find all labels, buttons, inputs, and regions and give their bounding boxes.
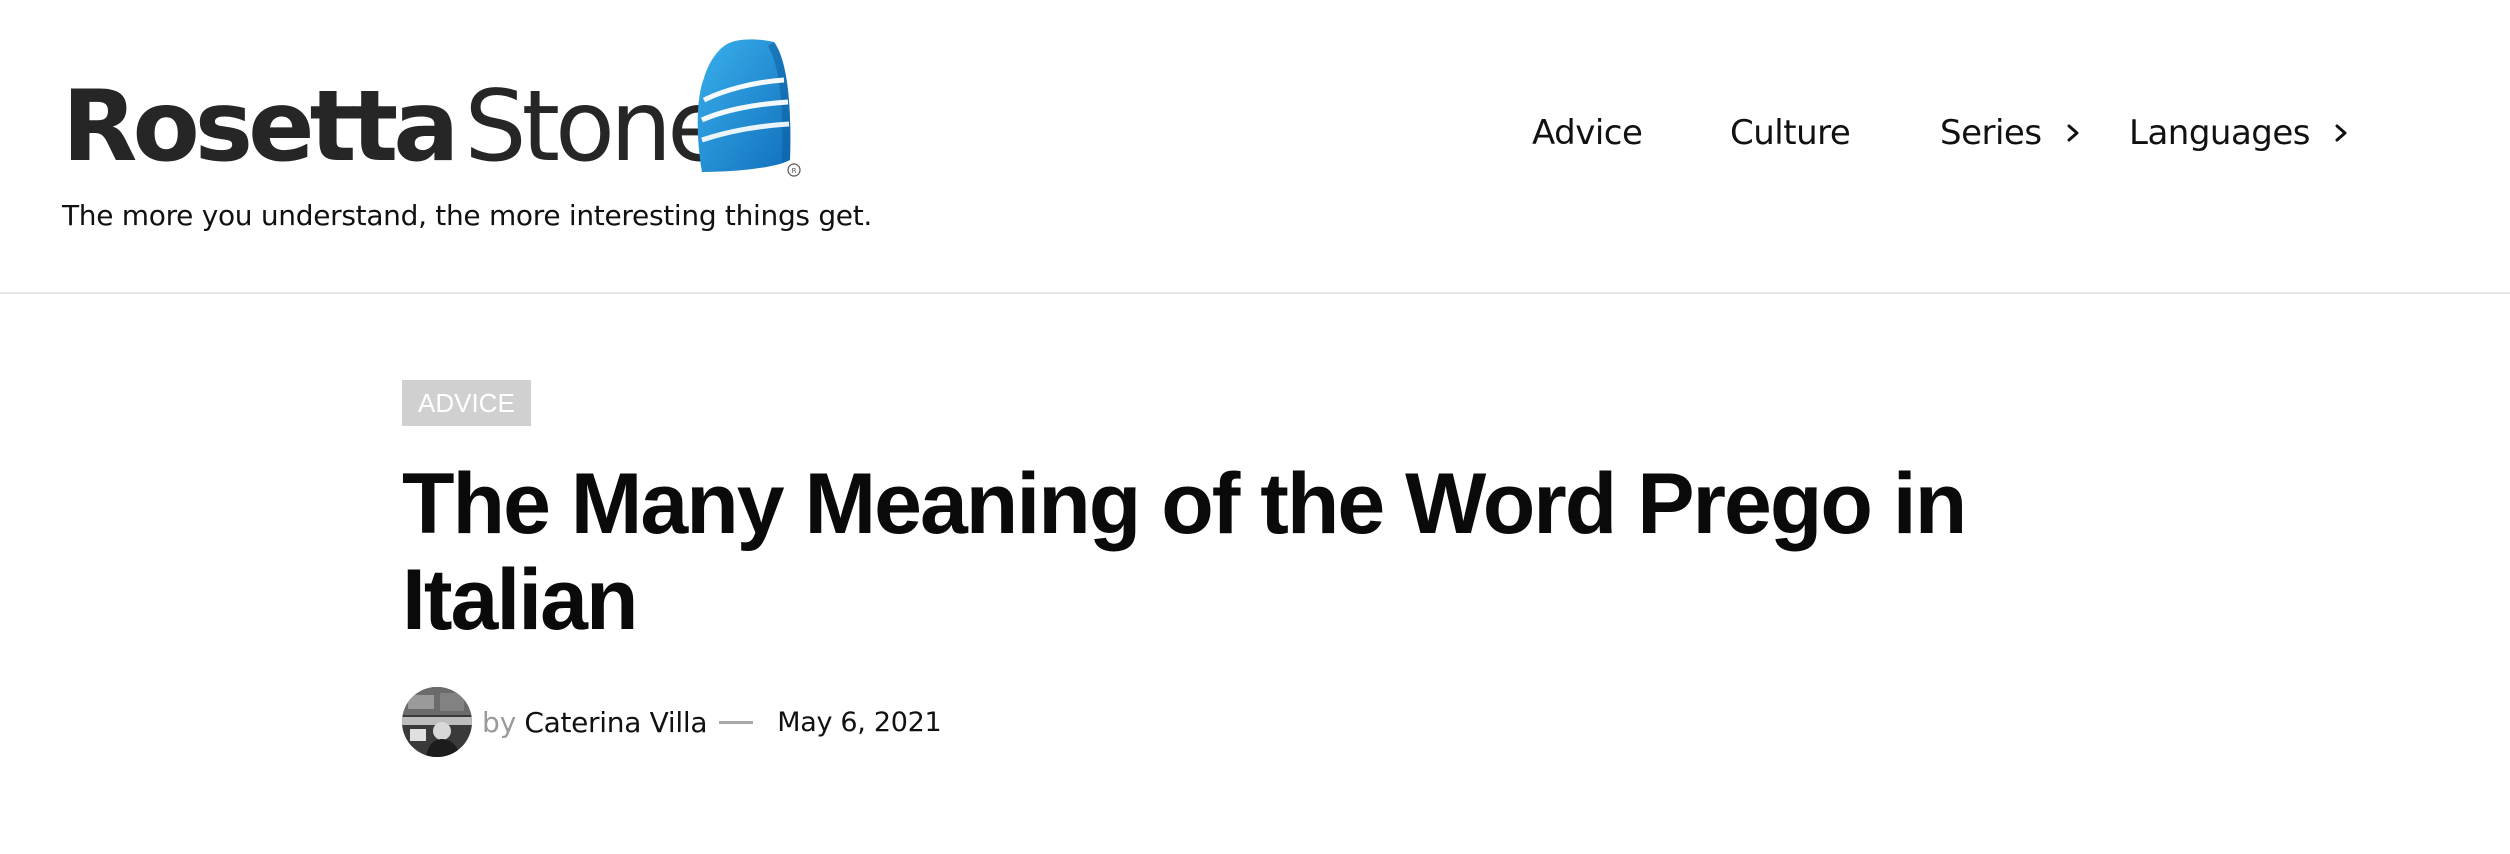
brand-name-bold: Rosetta (62, 70, 459, 184)
nav-item-label: Culture (1730, 113, 1851, 153)
svg-text:R: R (792, 167, 797, 175)
article-title: The Many Meaning of the Word Prego in It… (402, 456, 1967, 648)
nav-item-culture[interactable]: Culture (1730, 108, 1851, 158)
site-header: Rosetta Stone R The more you understand, … (0, 0, 2510, 294)
nav-item-label: Series (1940, 113, 2042, 153)
rosetta-stone-logo-icon: R (697, 39, 801, 177)
author-link[interactable]: Caterina Villa (524, 706, 707, 739)
nav-item-label: Languages (2129, 113, 2311, 153)
article-meta: by Caterina Villa May 6, 2021 (402, 686, 942, 758)
nav-item-series[interactable]: Series (1940, 108, 2084, 158)
brand-wordmark: Rosetta Stone (62, 70, 727, 184)
meta-separator (719, 720, 754, 724)
author-prefix: by (482, 705, 517, 739)
chevron-right-icon (2335, 124, 2347, 142)
category-badge[interactable]: ADVICE (402, 380, 531, 426)
chevron-right-icon (2067, 124, 2079, 142)
brand-tagline: The more you understand, the more intere… (62, 199, 872, 232)
nav-item-label: Advice (1532, 113, 1643, 153)
publish-date: May 6, 2021 (777, 706, 942, 738)
nav-item-advice[interactable]: Advice (1532, 108, 1643, 158)
author-photo-image (402, 687, 472, 757)
brand-name-light: Stone (464, 70, 727, 184)
author-avatar[interactable] (402, 687, 472, 757)
home-logo-link[interactable]: Rosetta Stone R The more you understand, … (62, 38, 872, 248)
nav-item-languages[interactable]: Languages (2129, 108, 2352, 158)
article-header: ADVICE The Many Meaning of the Word Preg… (402, 380, 2102, 757)
